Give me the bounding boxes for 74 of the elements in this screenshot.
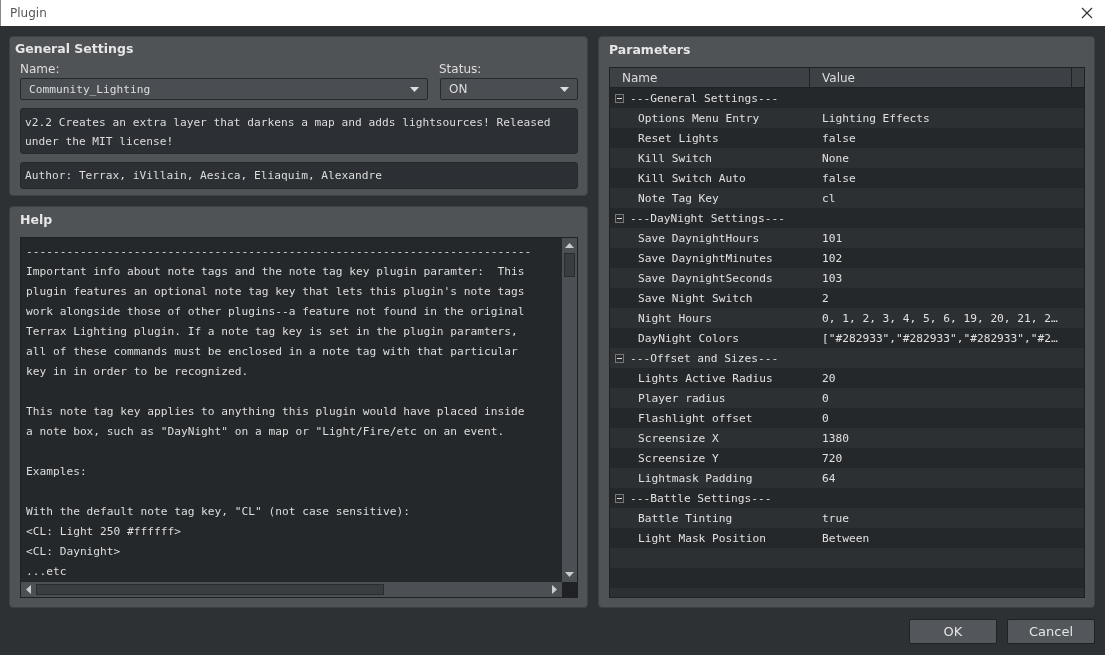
collapse-icon[interactable] — [615, 213, 624, 223]
help-paragraph: This note tag key applies to anything this plugin would have placed inside a note box, such as "DayNight" on a map or "Light/Fire/etc on an event. — [26, 404, 526, 440]
parameter-name[interactable]: Screensize X — [610, 431, 822, 445]
parameter-value[interactable]: 0, 1, 2, 3, 4, 5, 6, 19, 20, 21, 2… — [822, 311, 1058, 325]
parameter-name[interactable]: Player radius — [610, 391, 822, 405]
parameter-name[interactable]: Lightmask Padding — [610, 471, 822, 485]
parameter-value[interactable]: 2 — [822, 291, 829, 305]
vertical-scrollbar[interactable] — [562, 238, 577, 582]
parameter-value[interactable]: 0 — [822, 391, 829, 405]
help-paragraph: Examples: — [26, 464, 88, 480]
left-arrow-icon[interactable] — [26, 585, 31, 594]
parameter-name[interactable]: Save Night Switch — [610, 291, 822, 305]
parameter-name[interactable]: Note Tag Key — [610, 191, 822, 205]
help-paragraph: With the default note tag key, "CL" (not case sensitive): <CL: Light 250 #ffffff> <CL: Daynight> ...etc — [26, 504, 411, 580]
parameter-value[interactable]: 103 — [822, 271, 843, 285]
parameter-name[interactable]: Night Hours — [610, 311, 822, 325]
parameter-name[interactable]: Battle Tinting — [610, 511, 822, 525]
scrollbar-thumb[interactable] — [564, 253, 575, 277]
parameter-name[interactable]: Kill Switch — [610, 151, 822, 165]
parameter-value[interactable]: 102 — [822, 251, 843, 265]
parameter-name[interactable]: Flashlight offset — [610, 411, 822, 425]
parameter-name[interactable]: DayNight Colors — [610, 331, 822, 345]
parameter-value[interactable]: 1380 — [822, 431, 849, 445]
dialog-button[interactable]: Cancel — [1007, 619, 1095, 644]
parameter-value[interactable]: ["#282933","#282933","#282933","#2… — [822, 331, 1058, 345]
close-icon[interactable] — [1081, 7, 1093, 19]
parameter-value[interactable]: false — [822, 171, 856, 185]
panel-title: Parameters — [609, 41, 692, 59]
parameter-value[interactable]: 101 — [822, 231, 843, 245]
parameter-value[interactable]: true — [822, 511, 849, 525]
panel-title: Help — [20, 211, 54, 229]
column-header[interactable]: Value — [810, 68, 1072, 87]
parameter-value[interactable]: false — [822, 131, 856, 145]
down-arrow-icon[interactable] — [565, 572, 574, 577]
status-dropdown[interactable]: ON — [440, 78, 578, 100]
collapse-icon[interactable] — [615, 493, 624, 503]
up-arrow-icon[interactable] — [565, 243, 574, 248]
parameter-name[interactable]: Reset Lights — [610, 131, 822, 145]
dialog-button[interactable]: OK — [909, 619, 997, 644]
parameter-name[interactable]: Light Mask Position — [610, 531, 822, 545]
parameter-value[interactable]: Lighting Effects — [822, 111, 930, 125]
collapse-icon[interactable] — [615, 353, 624, 363]
caret-icon — [560, 86, 569, 92]
parameter-value[interactable]: Between — [822, 531, 870, 545]
horizontal-scrollbar[interactable] — [21, 582, 562, 597]
collapse-icon[interactable] — [615, 93, 624, 103]
parameter-value[interactable]: 20 — [822, 371, 836, 385]
parameter-name[interactable]: Options Menu Entry — [610, 111, 822, 125]
right-arrow-icon[interactable] — [552, 585, 557, 594]
column-header[interactable]: Name — [610, 68, 810, 87]
parameter-value[interactable]: 720 — [822, 451, 843, 465]
group-row[interactable]: ---General Settings--- — [630, 91, 779, 105]
parameter-value[interactable]: 64 — [822, 471, 836, 485]
parameter-value[interactable]: cl — [822, 191, 836, 205]
parameter-value[interactable]: None — [822, 151, 849, 165]
parameter-name[interactable]: Save DaynightSeconds — [610, 271, 822, 285]
parameter-name[interactable]: Kill Switch Auto — [610, 171, 822, 185]
name-label: Name: — [20, 62, 60, 76]
parameter-value[interactable]: 0 — [822, 411, 829, 425]
parameter-name[interactable]: Save DaynightHours — [610, 231, 822, 245]
parameter-name[interactable]: Lights Active Radius — [610, 371, 822, 385]
window-title: Plugin — [10, 6, 47, 20]
help-paragraph: --------------------------------------------------------------------------- Important info about note tags and the note tag key plugin paramter: This plugin features an optional note tag key that lets this plugin's note tags work alongside those of other plugins--a feature not found in the original Terrax Lighting plugin. If a note tag key is set in the plugin paramters, all of these commands must be enclosed in a note tag with that particular key in in order to be recognized. — [26, 244, 533, 380]
parameter-name[interactable]: Screensize Y — [610, 451, 822, 465]
parameter-name[interactable]: Save DaynightMinutes — [610, 251, 822, 265]
description-field[interactable]: v2.2 Creates an extra layer that darkens a map and adds lightsources! Released under the MIT license! — [20, 108, 578, 154]
caret-icon — [410, 86, 419, 92]
group-row[interactable]: ---Battle Settings--- — [630, 491, 772, 505]
panel-title: General Settings — [14, 40, 135, 58]
name-dropdown[interactable]: Community_Lighting — [20, 78, 428, 100]
scrollbar-thumb[interactable] — [36, 584, 384, 595]
group-row[interactable]: ---DayNight Settings--- — [630, 211, 785, 225]
status-label: Status: — [439, 62, 483, 76]
author-field[interactable]: Author: Terrax, iVillain, Aesica, Eliaquim, Alexandre — [20, 162, 578, 189]
